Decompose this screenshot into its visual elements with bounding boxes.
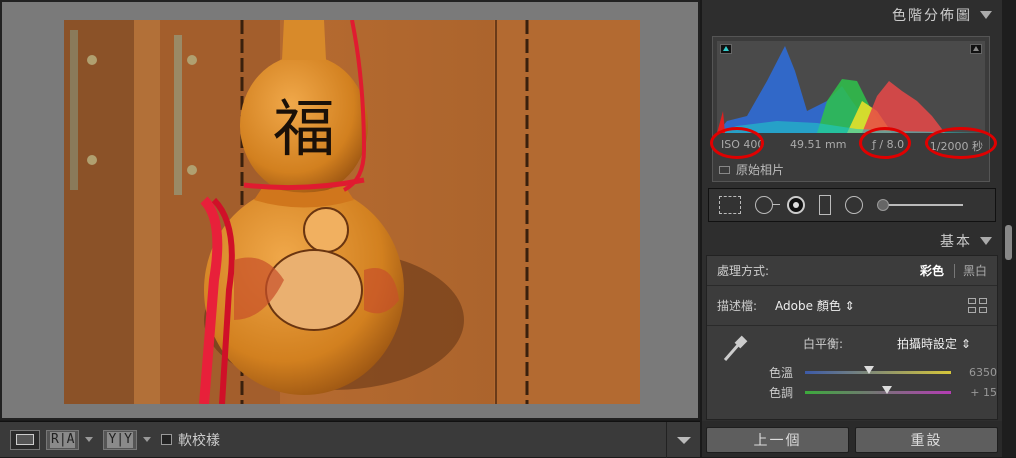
previous-button[interactable]: 上一個 [706, 427, 849, 453]
profile-label: 描述檔: [717, 299, 758, 313]
white-balance-row: 白平衡: 拍攝時設定 ⇕ [707, 328, 997, 358]
basic-title: 基本 [940, 234, 972, 250]
ra-label: R|A [50, 431, 76, 448]
histogram: ISO 400 49.51 mm ƒ / 8.0 1/2000 秒 原始相片 [710, 36, 997, 182]
red-eye-tool[interactable] [787, 196, 805, 214]
radial-filter-tool[interactable] [845, 196, 863, 214]
collapse-icon [980, 11, 992, 19]
photo-viewer: 福 [0, 0, 700, 420]
develop-panel: 色階分佈圖 ISO 400 49.51 mm ƒ / 8.0 1/2000 秒 … [702, 0, 1002, 457]
scrollbar-thumb[interactable] [1005, 225, 1012, 260]
treatment-bw-option[interactable]: 黑白 [955, 262, 987, 279]
basic-header[interactable]: 基本 [702, 228, 1002, 254]
temp-label: 色溫 [768, 365, 793, 380]
radial-filter-icon [845, 196, 863, 214]
panel-scrollbar[interactable] [1002, 0, 1016, 457]
original-photo-toggle[interactable]: 原始相片 [719, 161, 784, 178]
crop-tool[interactable] [719, 196, 741, 214]
original-photo-label: 原始相片 [736, 163, 785, 177]
action-bar: 上一個 重設 [702, 421, 1002, 457]
spot-removal-icon [755, 196, 780, 214]
chevron-down-icon[interactable] [142, 437, 151, 442]
spot-removal-tool[interactable] [755, 196, 780, 214]
before-after-ra-button[interactable]: R|A [46, 429, 80, 450]
white-balance-selector[interactable] [719, 334, 749, 364]
treatment-row: 處理方式: 彩色 黑白 [707, 256, 997, 286]
soft-proof-checkbox[interactable] [160, 434, 172, 445]
temp-slider-knob[interactable] [864, 365, 875, 374]
chevron-down-icon[interactable] [85, 437, 94, 442]
profile-row: 描述檔: Adobe 顏色 ⇕ [707, 286, 997, 326]
wb-select[interactable]: 拍攝時設定 ⇕ [897, 335, 971, 352]
soft-proof-toggle[interactable]: 軟校樣 [160, 430, 220, 450]
soft-proof-label: 軟校樣 [177, 432, 220, 449]
tint-value[interactable]: + 15 [951, 386, 997, 399]
viewer-toolbar: R|A Y|Y 軟校樣 [0, 421, 700, 458]
histogram-graph[interactable] [717, 41, 985, 133]
highlight-clipping-icon[interactable] [970, 44, 982, 54]
profile-select[interactable]: Adobe 顏色 ⇕ [775, 297, 855, 314]
focal-length-value: 49.51 mm [790, 138, 847, 151]
loupe-view-icon [16, 434, 34, 445]
tint-slider-knob[interactable] [881, 385, 892, 394]
temp-slider[interactable] [805, 365, 951, 374]
adjustment-brush-icon [877, 199, 889, 211]
graduated-filter-icon [819, 195, 831, 215]
brush-slider-line [887, 204, 963, 206]
adjustment-brush-tool[interactable] [877, 199, 963, 211]
gourd-photo: 福 [64, 20, 640, 404]
tint-label: 色調 [768, 385, 793, 400]
reset-button[interactable]: 重設 [855, 427, 998, 453]
loupe-view-button[interactable] [10, 429, 40, 450]
graduated-filter-tool[interactable] [819, 195, 831, 215]
triangle-down-icon [676, 436, 691, 444]
tint-slider[interactable] [805, 385, 951, 394]
histogram-chart [717, 46, 985, 133]
shadow-clipping-icon[interactable] [720, 44, 732, 54]
photo-preview[interactable]: 福 [64, 20, 640, 404]
temp-value[interactable]: 6350 [951, 366, 997, 379]
collapse-icon [980, 237, 992, 245]
yy-label: Y|Y [107, 431, 133, 448]
red-eye-icon [787, 196, 805, 214]
tint-slider-row: 色調 + 15 [707, 383, 997, 401]
toolbar-menu-button[interactable] [666, 422, 700, 458]
wb-label: 白平衡: [803, 336, 844, 351]
eyedropper-icon [723, 335, 748, 361]
histogram-title: 色階分佈圖 [892, 8, 972, 24]
basic-panel: 處理方式: 彩色 黑白 描述檔: Adobe 顏色 ⇕ 白平衡: 拍攝時設定 ⇕… [706, 255, 998, 420]
temp-slider-row: 色溫 6350 [707, 363, 997, 381]
tool-strip [708, 188, 996, 222]
before-after-yy-button[interactable]: Y|Y [103, 429, 137, 450]
annotation-circle-aperture [859, 127, 911, 159]
profile-browser-icon[interactable] [968, 298, 987, 313]
original-photo-checkbox[interactable] [719, 165, 730, 174]
treatment-label: 處理方式: [717, 264, 770, 278]
crop-icon [719, 196, 741, 214]
histogram-header[interactable]: 色階分佈圖 [702, 0, 1002, 30]
gourd-character: 福 [273, 92, 335, 165]
treatment-color-option[interactable]: 彩色 [910, 262, 954, 279]
annotation-circle-shutter [925, 127, 997, 159]
annotation-circle-iso [710, 127, 764, 159]
